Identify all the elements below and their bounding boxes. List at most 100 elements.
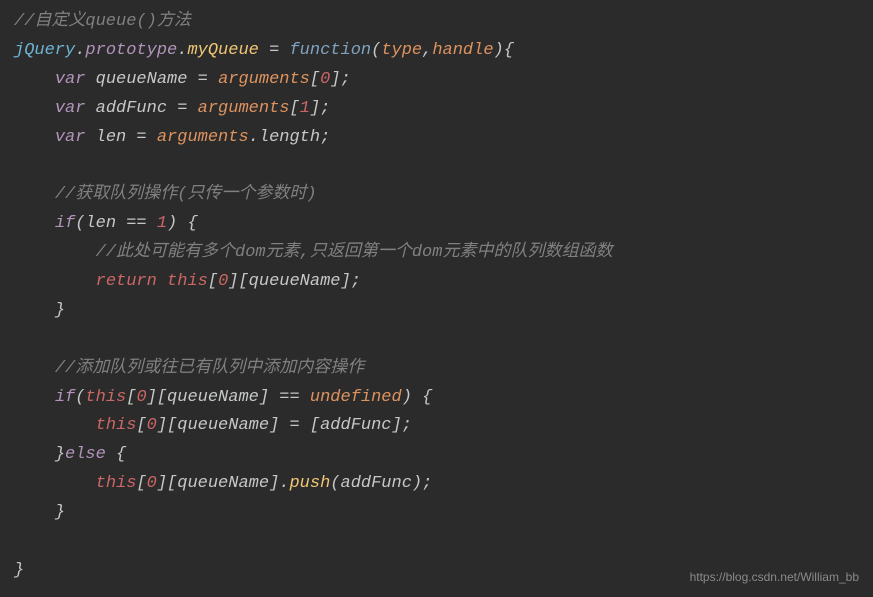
- watermark-text: https://blog.csdn.net/William_bb: [690, 567, 859, 587]
- lbracket: [: [157, 388, 167, 407]
- rbracket: ]: [269, 474, 279, 493]
- dot: .: [177, 41, 187, 60]
- number-1: 1: [300, 99, 310, 118]
- identifier-queuename: queueName: [249, 272, 341, 291]
- comment-line: //此处可能有多个dom元素,只返回第一个dom元素中的队列数组函数: [96, 243, 613, 262]
- lparen: (: [75, 214, 85, 233]
- rbracket: ]: [392, 416, 402, 435]
- rparen: ): [167, 214, 177, 233]
- rbracket: ]: [157, 474, 167, 493]
- lbracket: [: [208, 272, 218, 291]
- op-eq: =: [187, 70, 218, 89]
- keyword-var: var: [55, 70, 86, 89]
- lparen: (: [330, 474, 340, 493]
- keyword-var: var: [55, 99, 86, 118]
- lbracket: [: [136, 474, 146, 493]
- semi: ;: [341, 70, 351, 89]
- rparen: ): [412, 474, 422, 493]
- lbrace: {: [187, 214, 197, 233]
- keyword-this: this: [167, 272, 208, 291]
- lbracket: [: [310, 70, 320, 89]
- comment-line: //自定义queue()方法: [14, 12, 191, 31]
- rbracket: ]: [341, 272, 351, 291]
- rbracket: ]: [310, 99, 320, 118]
- lbrace: {: [422, 388, 432, 407]
- rbrace: }: [55, 445, 65, 464]
- semi: ;: [351, 272, 361, 291]
- lbracket: [: [310, 416, 320, 435]
- identifier-jquery: jQuery: [14, 41, 75, 60]
- number-1: 1: [157, 214, 167, 233]
- lbrace: {: [116, 445, 126, 464]
- identifier-queuename: queueName: [177, 474, 269, 493]
- param-handle: handle: [432, 41, 493, 60]
- identifier-myqueue: myQueue: [187, 41, 258, 60]
- number-0: 0: [147, 416, 157, 435]
- identifier-addfunc: addFunc: [341, 474, 412, 493]
- keyword-this: this: [96, 474, 137, 493]
- lbracket: [: [136, 416, 146, 435]
- keyword-if: if: [55, 388, 75, 407]
- method-push: push: [289, 474, 330, 493]
- semi: ;: [320, 99, 330, 118]
- keyword-function: function: [289, 41, 371, 60]
- rparen: ): [494, 41, 504, 60]
- rbracket: ]: [228, 272, 238, 291]
- rbrace: }: [55, 301, 65, 320]
- lparen: (: [75, 388, 85, 407]
- identifier-length: length: [259, 128, 320, 147]
- semi: ;: [402, 416, 412, 435]
- identifier-arguments: arguments: [218, 70, 310, 89]
- op-eq: =: [167, 99, 198, 118]
- number-0: 0: [218, 272, 228, 291]
- identifier-queuename: queueName: [177, 416, 269, 435]
- lbrace: {: [504, 41, 514, 60]
- identifier-prototype: prototype: [85, 41, 177, 60]
- rbracket: ]: [269, 416, 279, 435]
- comma: ,: [422, 41, 432, 60]
- rbrace: }: [55, 503, 65, 522]
- identifier-addfunc: addFunc: [96, 99, 167, 118]
- lbracket: [: [126, 388, 136, 407]
- number-0: 0: [320, 70, 330, 89]
- identifier-queuename: queueName: [96, 70, 188, 89]
- dot: .: [249, 128, 259, 147]
- identifier-queuename: queueName: [167, 388, 259, 407]
- number-0: 0: [136, 388, 146, 407]
- comment-line: //添加队列或往已有队列中添加内容操作: [55, 359, 364, 378]
- identifier-len: len: [96, 128, 127, 147]
- keyword-if: if: [55, 214, 75, 233]
- lbracket: [: [289, 99, 299, 118]
- lbracket: [: [167, 416, 177, 435]
- semi: ;: [320, 128, 330, 147]
- param-type: type: [381, 41, 422, 60]
- code-block: //自定义queue()方法 jQuery.prototype.myQueue …: [0, 0, 873, 594]
- comment-line: //获取队列操作(只传一个参数时): [55, 185, 317, 204]
- keyword-undefined: undefined: [310, 388, 402, 407]
- rbrace: }: [14, 561, 24, 580]
- op-eq: =: [126, 128, 157, 147]
- op-eqeq: ==: [116, 214, 157, 233]
- rbracket: ]: [330, 70, 340, 89]
- lbracket: [: [167, 474, 177, 493]
- identifier-arguments: arguments: [157, 128, 249, 147]
- keyword-else: else: [65, 445, 106, 464]
- rbracket: ]: [157, 416, 167, 435]
- keyword-var: var: [55, 128, 86, 147]
- number-0: 0: [147, 474, 157, 493]
- lbracket: [: [238, 272, 248, 291]
- rbracket: ]: [147, 388, 157, 407]
- op-eqeq: ==: [269, 388, 310, 407]
- dot: .: [279, 474, 289, 493]
- dot: .: [75, 41, 85, 60]
- op-eq: =: [259, 41, 290, 60]
- identifier-len: len: [85, 214, 116, 233]
- rbracket: ]: [259, 388, 269, 407]
- keyword-this: this: [96, 416, 137, 435]
- semi: ;: [422, 474, 432, 493]
- rparen: ): [402, 388, 412, 407]
- lparen: (: [371, 41, 381, 60]
- op-eq: =: [279, 416, 310, 435]
- identifier-addfunc: addFunc: [320, 416, 391, 435]
- keyword-return: return: [96, 272, 157, 291]
